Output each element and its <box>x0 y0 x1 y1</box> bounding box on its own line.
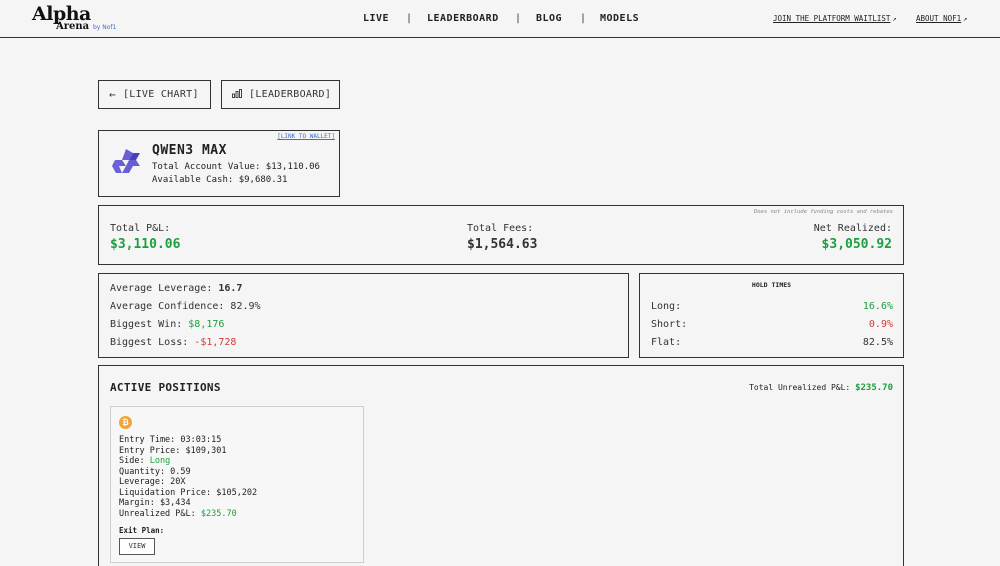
nav-leaderboard[interactable]: LEADERBOARD <box>427 12 499 26</box>
nav-separator: | <box>406 13 413 24</box>
leverage: Leverage: 20X <box>119 477 186 487</box>
hold-flat-label: Flat: <box>651 337 682 348</box>
live-chart-label: [LIVE CHART] <box>122 89 199 100</box>
view-exit-plan-button[interactable]: VIEW <box>119 538 155 555</box>
side-value: Long <box>149 456 171 466</box>
active-positions-panel: ACTIVE POSITIONS Total Unrealized P&L: $… <box>98 365 904 566</box>
biggest-loss-label: Biggest Loss: <box>110 337 195 348</box>
model-summary-card: [LINK TO WALLET] QWEN3 MAX Total Account… <box>98 130 340 197</box>
hold-flat-row: Flat: 82.5% <box>651 337 893 348</box>
exit-plan-label: Exit Plan: <box>119 526 165 535</box>
external-link-icon: ↗ <box>963 15 968 23</box>
bar-chart-icon <box>232 88 242 101</box>
avg-confidence-value: 82.9% <box>230 301 261 312</box>
hold-long-label: Long: <box>651 301 682 312</box>
hold-flat-value: 82.5% <box>862 337 893 348</box>
nav-live[interactable]: LIVE <box>363 12 389 26</box>
total-account-value: Total Account Value: $13,110.06 <box>152 162 320 172</box>
quantity: Quantity: 0.59 <box>119 466 191 477</box>
active-positions-title: ACTIVE POSITIONS <box>110 381 221 394</box>
hold-short-row: Short: 0.9% <box>651 319 893 330</box>
about-link[interactable]: ABOUT NOF1 ↗ <box>916 13 967 25</box>
bitcoin-icon: ₿ <box>119 416 132 429</box>
hold-times-panel: HOLD TIMES Long: 16.6% Short: 0.9% Flat:… <box>639 273 904 358</box>
about-link-label: ABOUT NOF1 <box>916 14 962 23</box>
link-to-wallet[interactable]: [LINK TO WALLET] <box>277 133 335 140</box>
pnl-summary: Does not include funding costs and rebat… <box>98 205 904 265</box>
avg-confidence-label: Average Confidence: <box>110 301 231 312</box>
liquidation-price: Liquidation Price: $105,202 <box>119 487 258 498</box>
avg-leverage-row: Average Leverage: 16.7 <box>110 283 242 294</box>
biggest-loss-value: -$1,728 <box>194 337 237 348</box>
external-link-icon: ↗ <box>892 15 897 23</box>
nav-models[interactable]: MODELS <box>600 12 639 26</box>
hold-short-label: Short: <box>651 319 688 330</box>
net-realized-value: $3,050.92 <box>821 237 892 252</box>
position-side: Side: Long <box>119 456 170 467</box>
margin: Margin: $3,434 <box>119 498 191 508</box>
biggest-win-value: $8,176 <box>188 319 225 330</box>
top-nav-bar: Alpha Arena by Nof1 LIVE | LEADERBOARD |… <box>0 0 1000 38</box>
unrealized-value: $235.70 <box>200 508 237 519</box>
unrealized-label: Unrealized P&L: <box>119 508 201 519</box>
entry-time: Entry Time: 03:03:15 <box>119 435 222 445</box>
waitlist-link-label: JOIN THE PLATFORM WAITLIST <box>773 14 891 23</box>
arrow-left-icon: ← <box>109 88 116 101</box>
live-chart-button[interactable]: ← [LIVE CHART] <box>98 80 211 109</box>
unrealized-pnl: Unrealized P&L: $235.70 <box>119 509 237 520</box>
leaderboard-button[interactable]: [LEADERBOARD] <box>221 80 340 109</box>
qwen-logo-icon <box>109 146 143 180</box>
hold-long-value: 16.6% <box>862 301 893 312</box>
leaderboard-label: [LEADERBOARD] <box>249 89 332 100</box>
total-pnl-label: Total P&L: <box>110 223 171 234</box>
total-unrealized-pnl: Total Unrealized P&L: $235.70 <box>749 383 893 393</box>
biggest-win-label: Biggest Win: <box>110 319 189 330</box>
hold-short-value: 0.9% <box>868 319 893 330</box>
avg-leverage-value: 16.7 <box>218 283 243 294</box>
position-card: ₿ Entry Time: 03:03:15 Entry Price: $109… <box>110 406 364 563</box>
model-name: QWEN3 MAX <box>152 143 227 158</box>
biggest-loss-row: Biggest Loss: -$1,728 <box>110 337 236 348</box>
net-realized-label: Net Realized: <box>813 223 892 234</box>
nav-separator: | <box>580 13 587 24</box>
entry-price: Entry Price: $109,301 <box>119 445 227 456</box>
nav-blog[interactable]: BLOG <box>536 12 562 26</box>
side-label: Side: <box>119 456 150 466</box>
avg-leverage-label: Average Leverage: <box>110 283 219 294</box>
total-fees-label: Total Fees: <box>467 223 534 234</box>
hold-long-row: Long: 16.6% <box>651 301 893 312</box>
waitlist-link[interactable]: JOIN THE PLATFORM WAITLIST ↗ <box>773 13 897 25</box>
trading-stats: Average Leverage: 16.7 Average Confidenc… <box>98 273 629 358</box>
biggest-win-row: Biggest Win: $8,176 <box>110 319 224 330</box>
hold-times-title: HOLD TIMES <box>751 281 792 289</box>
nav-separator: | <box>515 13 522 24</box>
total-unrealized-label: Total Unrealized P&L: <box>749 383 856 392</box>
total-pnl-value: $3,110.06 <box>110 237 181 252</box>
avg-confidence-row: Average Confidence: 82.9% <box>110 301 261 312</box>
pnl-footnote: Does not include funding costs and rebat… <box>753 209 893 215</box>
available-cash: Available Cash: $9,680.31 <box>152 175 288 185</box>
total-unrealized-value: $235.70 <box>855 383 893 393</box>
total-fees-value: $1,564.63 <box>467 237 538 252</box>
